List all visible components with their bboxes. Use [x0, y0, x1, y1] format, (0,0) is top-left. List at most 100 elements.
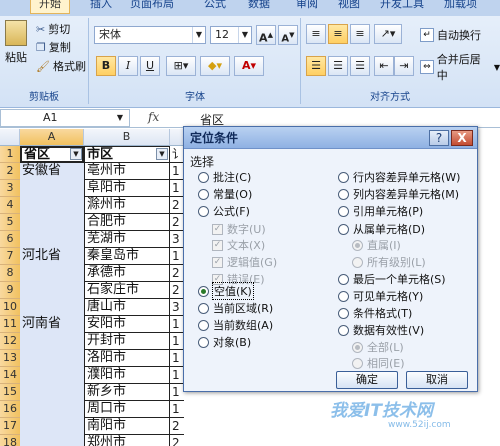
grow-font-icon[interactable]: A▲: [256, 25, 276, 45]
cell-a[interactable]: [20, 282, 84, 299]
option-right-2[interactable]: 引用单元格(P): [338, 203, 423, 219]
shrink-font-icon[interactable]: A▼: [278, 25, 298, 45]
row-header[interactable]: 12: [0, 333, 20, 350]
row-header[interactable]: 6: [0, 231, 20, 248]
cell-c[interactable]: 3: [170, 299, 184, 316]
cell-b[interactable]: 亳州市: [84, 163, 170, 180]
cell-c[interactable]: 1: [170, 248, 184, 265]
cell-b[interactable]: 洛阳市: [84, 350, 170, 367]
column-header-c[interactable]: [170, 129, 184, 146]
fx-icon[interactable]: fx: [148, 110, 159, 124]
cell-a[interactable]: [20, 180, 84, 197]
row-header[interactable]: 2: [0, 163, 20, 180]
radio-icon[interactable]: [198, 205, 209, 217]
radio-icon[interactable]: [338, 223, 349, 235]
borders-icon[interactable]: ⊞▾: [166, 56, 196, 76]
cell-c[interactable]: 2: [170, 435, 184, 446]
fill-color-icon[interactable]: ◆▾: [200, 56, 230, 76]
cell-c[interactable]: 2: [170, 265, 184, 282]
cell-b[interactable]: 新乡市: [84, 384, 170, 401]
cell-a[interactable]: [20, 231, 84, 248]
merge-center-button[interactable]: ⇔ 合并后居中 ▼: [420, 53, 500, 82]
row-header[interactable]: 18: [0, 435, 20, 446]
orientation-icon[interactable]: ↗▾: [374, 24, 402, 44]
option-right-0[interactable]: 行内容差异单元格(W): [338, 169, 460, 185]
radio-icon[interactable]: [338, 307, 349, 319]
row-header[interactable]: 5: [0, 214, 20, 231]
tab-2[interactable]: 页面布局: [122, 0, 182, 14]
radio-icon[interactable]: [338, 273, 349, 285]
cell-b[interactable]: 合肥市: [84, 214, 170, 231]
cell-b[interactable]: 秦皇岛市: [84, 248, 170, 265]
option-left-1[interactable]: 常量(O): [198, 186, 252, 202]
underline-button[interactable]: U: [140, 56, 160, 76]
cell-c[interactable]: 1: [170, 163, 184, 180]
option-left-2[interactable]: 公式(F): [198, 203, 250, 219]
row-header[interactable]: 13: [0, 350, 20, 367]
cell-a[interactable]: 安徽省: [20, 163, 84, 180]
cell-a[interactable]: [20, 367, 84, 384]
align-middle-icon[interactable]: ≡: [328, 24, 348, 44]
copy-button[interactable]: ❐ 复制: [36, 38, 71, 56]
tab-5[interactable]: 审阅: [288, 0, 326, 14]
option-right-8[interactable]: 条件格式(T): [338, 305, 412, 321]
font-size-combo[interactable]: 12 ▼: [210, 26, 252, 44]
radio-icon[interactable]: [198, 319, 209, 331]
radio-icon[interactable]: [198, 171, 209, 183]
cell-a[interactable]: [20, 265, 84, 282]
align-center-icon[interactable]: ☰: [328, 56, 348, 76]
option-right-3[interactable]: 从属单元格(D): [338, 221, 425, 237]
filter-dropdown-icon[interactable]: ▼: [70, 148, 82, 160]
cell-a[interactable]: 河北省: [20, 248, 84, 265]
select-all-corner[interactable]: [0, 129, 20, 146]
cell-c[interactable]: 1: [170, 384, 184, 401]
font-color-icon[interactable]: A▾: [234, 56, 264, 76]
option-left-9[interactable]: 当前数组(A): [198, 317, 273, 333]
font-name-combo[interactable]: 宋体 ▼: [94, 26, 206, 44]
align-left-icon[interactable]: ☰: [306, 56, 326, 76]
cell-c[interactable]: 1: [170, 180, 184, 197]
cell-b[interactable]: 承德市: [84, 265, 170, 282]
cell-c[interactable]: 1: [170, 333, 184, 350]
cell-b[interactable]: 滁州市: [84, 197, 170, 214]
radio-icon[interactable]: [338, 290, 349, 302]
cell-a[interactable]: [20, 384, 84, 401]
radio-icon[interactable]: [338, 205, 349, 217]
chevron-down-icon[interactable]: ▼: [238, 27, 251, 43]
paste-button[interactable]: 粘贴: [2, 20, 30, 76]
row-header[interactable]: 15: [0, 384, 20, 401]
row-header[interactable]: 3: [0, 180, 20, 197]
ok-button[interactable]: 确定: [336, 371, 398, 389]
cell-a[interactable]: [20, 435, 84, 446]
cell-a[interactable]: [20, 299, 84, 316]
column-header-a[interactable]: A: [20, 129, 84, 146]
cell-a[interactable]: [20, 401, 84, 418]
chevron-down-icon[interactable]: ▼: [117, 110, 123, 126]
cell-a[interactable]: [20, 333, 84, 350]
cell-c[interactable]: 2: [170, 197, 184, 214]
cell-a[interactable]: [20, 418, 84, 435]
cell-a[interactable]: 河南省: [20, 316, 84, 333]
cell-b[interactable]: 濮阳市: [84, 367, 170, 384]
row-header[interactable]: 9: [0, 282, 20, 299]
cell-c[interactable]: 1: [170, 316, 184, 333]
row-header[interactable]: 1: [0, 146, 20, 163]
chevron-down-icon[interactable]: ▼: [494, 63, 500, 72]
row-header[interactable]: 4: [0, 197, 20, 214]
filter-dropdown-icon[interactable]: ▼: [156, 148, 168, 160]
cell-b[interactable]: 郑州市: [84, 435, 170, 446]
option-right-1[interactable]: 列内容差异单元格(M): [338, 186, 459, 202]
cell-c[interactable]: 讠: [170, 146, 184, 163]
radio-icon[interactable]: [198, 188, 209, 200]
option-left-10[interactable]: 对象(B): [198, 334, 251, 350]
italic-button[interactable]: I: [118, 56, 138, 76]
bold-button[interactable]: B: [96, 56, 116, 76]
tab-8[interactable]: 加载项: [436, 0, 485, 14]
wrap-text-button[interactable]: ↵ 自动换行: [420, 26, 481, 44]
cell-b[interactable]: 南阳市: [84, 418, 170, 435]
align-top-icon[interactable]: ≡: [306, 24, 326, 44]
cell-a[interactable]: [20, 350, 84, 367]
cell-b[interactable]: 安阳市: [84, 316, 170, 333]
decrease-indent-icon[interactable]: ⇤: [374, 56, 394, 76]
cell-c[interactable]: 2: [170, 282, 184, 299]
